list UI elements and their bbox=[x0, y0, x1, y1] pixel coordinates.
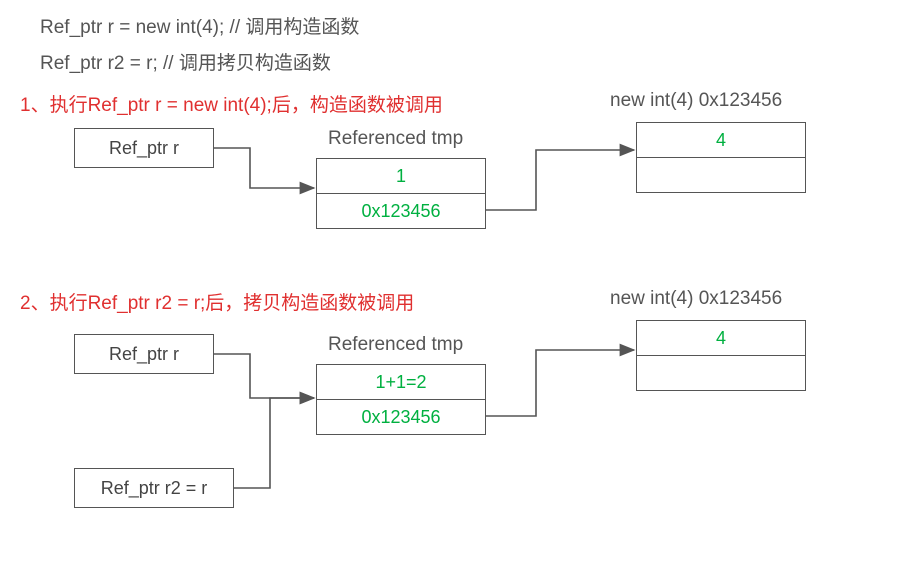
step2-refcount: 1+1=2 bbox=[375, 372, 426, 393]
step2-refptr-r-box: Ref_ptr r bbox=[74, 334, 214, 374]
step2-refptr-r2-box: Ref_ptr r2 = r bbox=[74, 468, 234, 508]
step2-addr: 0x123456 bbox=[361, 407, 440, 428]
code-line-1: Ref_ptr r = new int(4); // 调用构造函数 bbox=[40, 12, 359, 39]
step2-heap-box: 4 bbox=[636, 320, 806, 391]
step2-title: 2、执行Ref_ptr r2 = r;后，拷贝构造函数被调用 bbox=[20, 288, 414, 315]
step2-heap-empty bbox=[637, 355, 805, 390]
step1-refcount: 1 bbox=[396, 166, 406, 187]
step2-heap-value: 4 bbox=[716, 328, 726, 349]
code-line-2: Ref_ptr r2 = r; // 调用拷贝构造函数 bbox=[40, 48, 331, 75]
step1-refptr-r-text: Ref_ptr r bbox=[109, 138, 179, 159]
step1-referenced-box: 1 0x123456 bbox=[316, 158, 486, 229]
step2-referenced-box: 1+1=2 0x123456 bbox=[316, 364, 486, 435]
step1-heap-box: 4 bbox=[636, 122, 806, 193]
step1-addr: 0x123456 bbox=[361, 201, 440, 222]
step1-heap-label: new int(4) 0x123456 bbox=[610, 90, 782, 112]
step1-title: 1、执行Ref_ptr r = new int(4);后，构造函数被调用 bbox=[20, 90, 443, 117]
step1-refptr-r-box: Ref_ptr r bbox=[74, 128, 214, 168]
step2-heap-label: new int(4) 0x123456 bbox=[610, 288, 782, 310]
step2-refptr-r-text: Ref_ptr r bbox=[109, 344, 179, 365]
step1-heap-value: 4 bbox=[716, 130, 726, 151]
step2-refptr-r2-text: Ref_ptr r2 = r bbox=[101, 478, 208, 499]
step1-heap-empty bbox=[637, 157, 805, 192]
step1-referenced-label: Referenced tmp bbox=[328, 128, 463, 150]
step2-referenced-label: Referenced tmp bbox=[328, 334, 463, 356]
